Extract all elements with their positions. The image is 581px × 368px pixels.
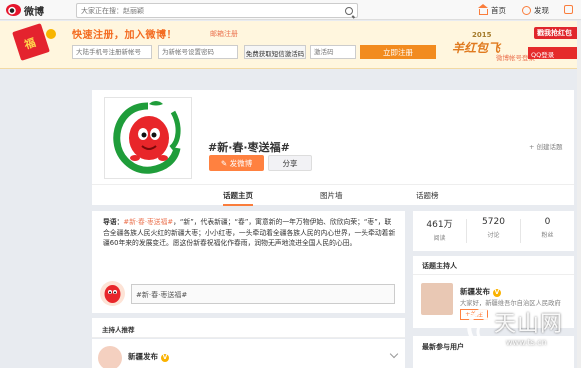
host-name[interactable]: 新疆发布 V [460,286,501,297]
host-recommend-title: 主持人推荐 [102,326,135,334]
host-name-label: 新疆发布 [460,287,490,296]
tianshan-watermark: 天山网 www.ts.cn [458,302,568,362]
coin-icon [46,29,56,39]
post-composer-input[interactable]: #新·春·枣送福# [131,284,395,304]
create-topic-link[interactable]: + 创建话题 [529,141,563,151]
stat-fans-value: 0 [544,217,551,227]
intro-tag-link[interactable]: #新·春·枣送福# [123,218,173,226]
date-mascot-icon [113,101,181,174]
stat-discussions-label: 讨论 [487,232,500,239]
host-recommend-section: 主持人推荐 [92,318,405,338]
topic-cover-image [104,97,192,179]
weibo-eye-icon [6,4,21,16]
send-weibo-button[interactable]: ✎ 发微博 [209,155,264,171]
watermark-url: www.ts.cn [506,338,547,347]
stat-fans-label: 粉丝 [541,232,554,239]
banner-title: 快速注册，加入微博！ [72,30,177,41]
qq-login-link[interactable]: QQ登录 [528,47,581,59]
share-button[interactable]: 分享 [268,155,312,171]
nav-home[interactable]: 首页 [478,3,506,16]
feed-avatar[interactable] [98,346,122,368]
discover-icon [522,6,531,15]
intro-text: 导语：#新·春·枣送福#，“新”，代表新疆；“春”，寓意新的一年万物伊始、欣欣向… [103,217,397,249]
divider [413,274,574,275]
stat-discussions-value: 5720 [482,217,505,227]
host-box-title: 话题主持人 [422,262,457,270]
register-banner: 快速注册，加入微博！ 邮箱注册 免费获取短信激活码 立即注册 2015 羊红包飞… [0,21,581,69]
nav-discover[interactable]: 发现 [522,5,549,16]
stat-reads-label: 阅读 [433,235,446,242]
user-avatar[interactable] [100,281,125,306]
game-icon [564,5,573,14]
logo-text: 微博 [24,6,44,18]
verified-icon: V [493,289,501,297]
stat-reads-value: 461万 [426,220,453,230]
watermark-title: 天山网 [494,312,564,337]
tab-topic-home[interactable]: 话题主页 [223,190,253,206]
host-avatar[interactable] [421,283,453,315]
search-icon[interactable] [345,7,353,15]
stat-discussions: 5720 讨论 [467,217,520,239]
chevron-down-icon[interactable] [389,349,399,359]
intro-lead: 导语： [103,218,124,226]
nav-discover-label: 发现 [534,6,549,15]
top-navbar: 微博 首页 发现 [0,0,581,20]
red-envelope-icon [12,23,50,61]
tab-topic-rank[interactable]: 话题榜 [416,190,439,201]
verified-icon: V [161,354,169,362]
topic-title: #新·春·枣送福# [208,141,290,154]
feed-author-label: 新疆发布 [128,352,158,361]
code-input[interactable] [310,45,356,59]
stat-fans: 0 粉丝 [521,217,574,239]
get-code-button[interactable]: 免费获取短信激活码 [244,45,306,59]
password-input[interactable] [158,45,238,59]
page-scrollbar[interactable] [577,21,581,368]
email-register-link[interactable]: 邮箱注册 [210,29,238,39]
weibo-logo[interactable]: 微博 [6,3,44,18]
phone-input[interactable] [72,45,152,59]
topic-stats: 461万 阅读 5720 讨论 0 粉丝 [413,211,574,251]
tianshan-logo-icon [467,306,493,357]
year-small-text: 2015 [472,31,492,39]
nav-home-label: 首页 [491,6,506,15]
home-icon [478,3,488,15]
year-big-text: 羊红包飞 [452,41,501,55]
stat-reads: 461万 阅读 [413,217,466,242]
mascot-avatar-icon [104,285,121,303]
register-button[interactable]: 立即注册 [360,45,436,59]
search-box[interactable] [76,3,358,18]
send-weibo-label: 发微博 [229,159,253,168]
tab-photo-wall[interactable]: 图片墙 [320,190,343,201]
nav-game[interactable] [564,5,576,14]
search-input[interactable] [81,6,331,16]
feed-item: 新疆发布 V [92,339,405,368]
topic-tabs: 话题主页 图片墙 话题榜 [92,184,574,206]
grab-hongbao-badge[interactable]: 戳我抢红包 [534,27,581,39]
feed-author-name[interactable]: 新疆发布 V [128,351,169,362]
